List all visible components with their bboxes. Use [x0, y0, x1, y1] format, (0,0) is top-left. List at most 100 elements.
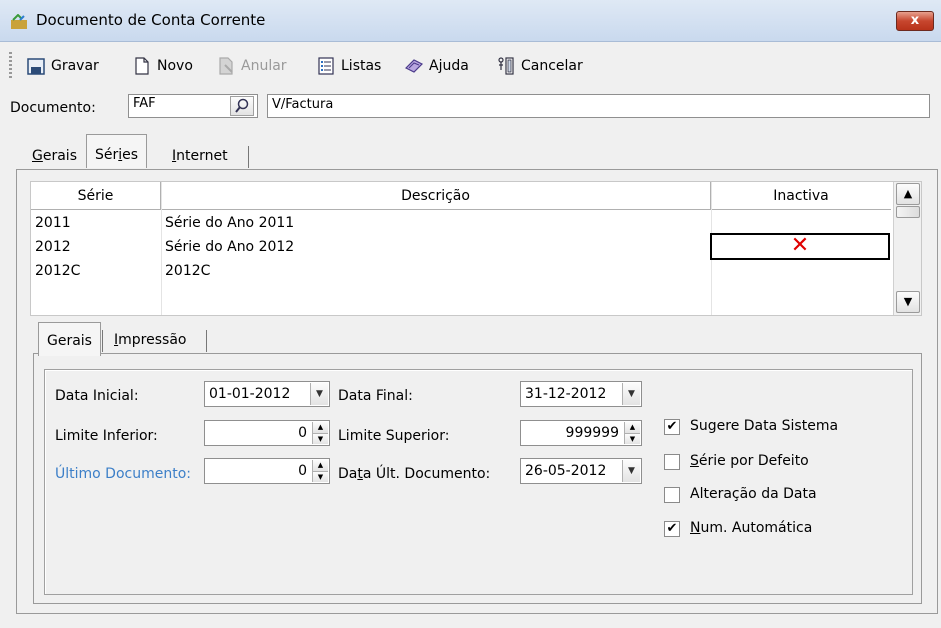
- scroll-up-button[interactable]: ▲: [896, 183, 920, 205]
- header-descricao[interactable]: Descrição: [161, 182, 711, 210]
- title-bar: Documento de Conta Corrente x: [0, 0, 941, 42]
- tab-internet[interactable]: Internet: [164, 138, 236, 172]
- chevron-down-icon[interactable]: ▼: [622, 383, 640, 405]
- document-search-button[interactable]: [230, 96, 254, 116]
- sugere-data-sistema-label: Sugere Data Sistema: [690, 418, 839, 434]
- cell-serie: 2012C: [35, 263, 81, 279]
- spin-down-icon[interactable]: ▼: [624, 433, 640, 444]
- novo-label: Novo: [157, 58, 193, 74]
- tab-separator: [248, 146, 249, 168]
- data-ult-documento-label: Data Últ. Documento:: [338, 466, 490, 482]
- listas-button[interactable]: Listas: [316, 55, 381, 77]
- help-book-icon: [404, 59, 424, 73]
- data-inicial-label: Data Inicial:: [55, 388, 139, 404]
- limite-superior-label: Limite Superior:: [338, 428, 450, 444]
- cell-serie: 2011: [35, 215, 71, 231]
- search-icon: [235, 98, 249, 113]
- limite-inferior-spinner[interactable]: ▲ ▼: [312, 422, 328, 444]
- chevron-down-icon[interactable]: ▼: [622, 460, 640, 482]
- tab-series-label-pre: Sér: [95, 147, 119, 163]
- window-title: Documento de Conta Corrente: [36, 11, 266, 29]
- chevron-down-icon[interactable]: ▼: [310, 383, 328, 405]
- ajuda-button[interactable]: Ajuda: [404, 55, 469, 77]
- gravar-label: Gravar: [51, 58, 99, 74]
- tab-internet-label-post: nternet: [176, 148, 228, 164]
- tab-gerais-label-post: erais: [42, 148, 77, 164]
- spin-up-icon[interactable]: ▲: [624, 422, 640, 433]
- arrow-down-icon: ▼: [903, 295, 913, 308]
- ultimo-documento-value: 0: [298, 463, 307, 479]
- document-description-field[interactable]: V/Factura: [267, 94, 930, 118]
- series-grid[interactable]: Série Descrição Inactiva 2011 Série do A…: [30, 181, 922, 316]
- cell-descricao: Série do Ano 2011: [165, 215, 295, 231]
- anular-button[interactable]: Anular: [216, 55, 287, 77]
- serie-por-defeito-checkbox[interactable]: [664, 454, 680, 470]
- list-icon: [318, 57, 334, 75]
- tab-series[interactable]: Séries: [86, 134, 148, 168]
- serie-por-defeito-label-post: érie por Defeito: [698, 453, 809, 469]
- table-row[interactable]: 2012C 2012C: [31, 259, 891, 283]
- alteracao-da-data-label: Alteração da Data: [690, 486, 817, 502]
- grid-vertical-scrollbar[interactable]: ▲ ▼: [893, 182, 921, 315]
- limite-inferior-value: 0: [298, 425, 307, 441]
- ultimo-documento-field[interactable]: 0 ▲ ▼: [204, 458, 330, 484]
- toolbar-grip[interactable]: [9, 52, 12, 80]
- tab-series-label-post: es: [122, 147, 139, 163]
- tab-inner-gerais[interactable]: Gerais: [38, 322, 101, 356]
- ajuda-label: Ajuda: [429, 58, 469, 74]
- limite-superior-spinner[interactable]: ▲ ▼: [624, 422, 640, 444]
- spin-up-icon[interactable]: ▲: [312, 460, 328, 471]
- limite-inferior-field[interactable]: 0 ▲ ▼: [204, 420, 330, 446]
- cancelar-label: Cancelar: [521, 58, 583, 74]
- spin-down-icon[interactable]: ▼: [312, 433, 328, 444]
- gerais-groupbox: [44, 369, 913, 595]
- data-final-field[interactable]: 31-12-2012 ▼: [520, 381, 642, 407]
- tab-impressao[interactable]: Impressão: [106, 326, 194, 356]
- app-icon: [11, 14, 27, 29]
- cell-descricao: Série do Ano 2012: [165, 239, 295, 255]
- limite-superior-field[interactable]: 999999 ▲ ▼: [520, 420, 642, 446]
- listas-label: Listas: [341, 58, 382, 74]
- tab-impressao-label-post: mpressão: [118, 332, 187, 348]
- num-automatica-label-post: um. Automática: [700, 520, 813, 536]
- scroll-thumb[interactable]: [896, 206, 920, 218]
- header-serie[interactable]: Série: [31, 182, 161, 210]
- data-final-value: 31-12-2012: [525, 386, 607, 402]
- limite-inferior-label: Limite Inferior:: [55, 428, 158, 444]
- alteracao-da-data-checkbox[interactable]: [664, 487, 680, 503]
- spin-down-icon[interactable]: ▼: [312, 471, 328, 482]
- cell-descricao: 2012C: [165, 263, 211, 279]
- scroll-down-button[interactable]: ▼: [896, 291, 920, 313]
- spin-up-icon[interactable]: ▲: [312, 422, 328, 433]
- cancelar-button[interactable]: Cancelar: [496, 55, 583, 77]
- data-inicial-field[interactable]: 01-01-2012 ▼: [204, 381, 330, 407]
- ultimo-documento-label: Último Documento:: [55, 466, 191, 482]
- void-document-icon: [219, 57, 233, 75]
- document-row: Documento: FAF V/Factura: [0, 92, 941, 122]
- close-button[interactable]: x: [896, 11, 934, 31]
- tab-inner-gerais-label: Gerais: [47, 333, 92, 349]
- data-ult-documento-field[interactable]: 26-05-2012 ▼: [520, 458, 642, 484]
- sugere-data-sistema-checkbox[interactable]: ✔: [664, 419, 680, 435]
- novo-button[interactable]: Novo: [132, 55, 193, 77]
- tab-separator: [102, 330, 103, 352]
- inactive-x-icon: ✕: [790, 233, 810, 258]
- tab-gerais-accelerator: G: [32, 148, 43, 164]
- cell-inactiva-selected[interactable]: ✕: [710, 233, 890, 260]
- tab-gerais[interactable]: Gerais: [24, 138, 85, 172]
- limite-superior-value: 999999: [565, 425, 619, 441]
- new-document-icon: [135, 57, 149, 75]
- cell-serie: 2012: [35, 239, 71, 255]
- table-row[interactable]: 2011 Série do Ano 2011: [31, 211, 891, 235]
- close-icon: x: [910, 13, 920, 28]
- checkmark-icon: ✔: [666, 419, 678, 434]
- tab-separator: [206, 330, 207, 352]
- gravar-button[interactable]: Gravar: [26, 55, 99, 77]
- num-automatica-label: Num. Automática: [690, 520, 812, 536]
- header-inactiva[interactable]: Inactiva: [711, 182, 891, 210]
- ultimo-documento-spinner[interactable]: ▲ ▼: [312, 460, 328, 482]
- anular-label: Anular: [241, 58, 287, 74]
- num-automatica-checkbox[interactable]: ✔: [664, 521, 680, 537]
- data-inicial-value: 01-01-2012: [209, 386, 291, 402]
- toolbar: Gravar Novo Anular Listas Ajuda Cancelar: [0, 43, 941, 87]
